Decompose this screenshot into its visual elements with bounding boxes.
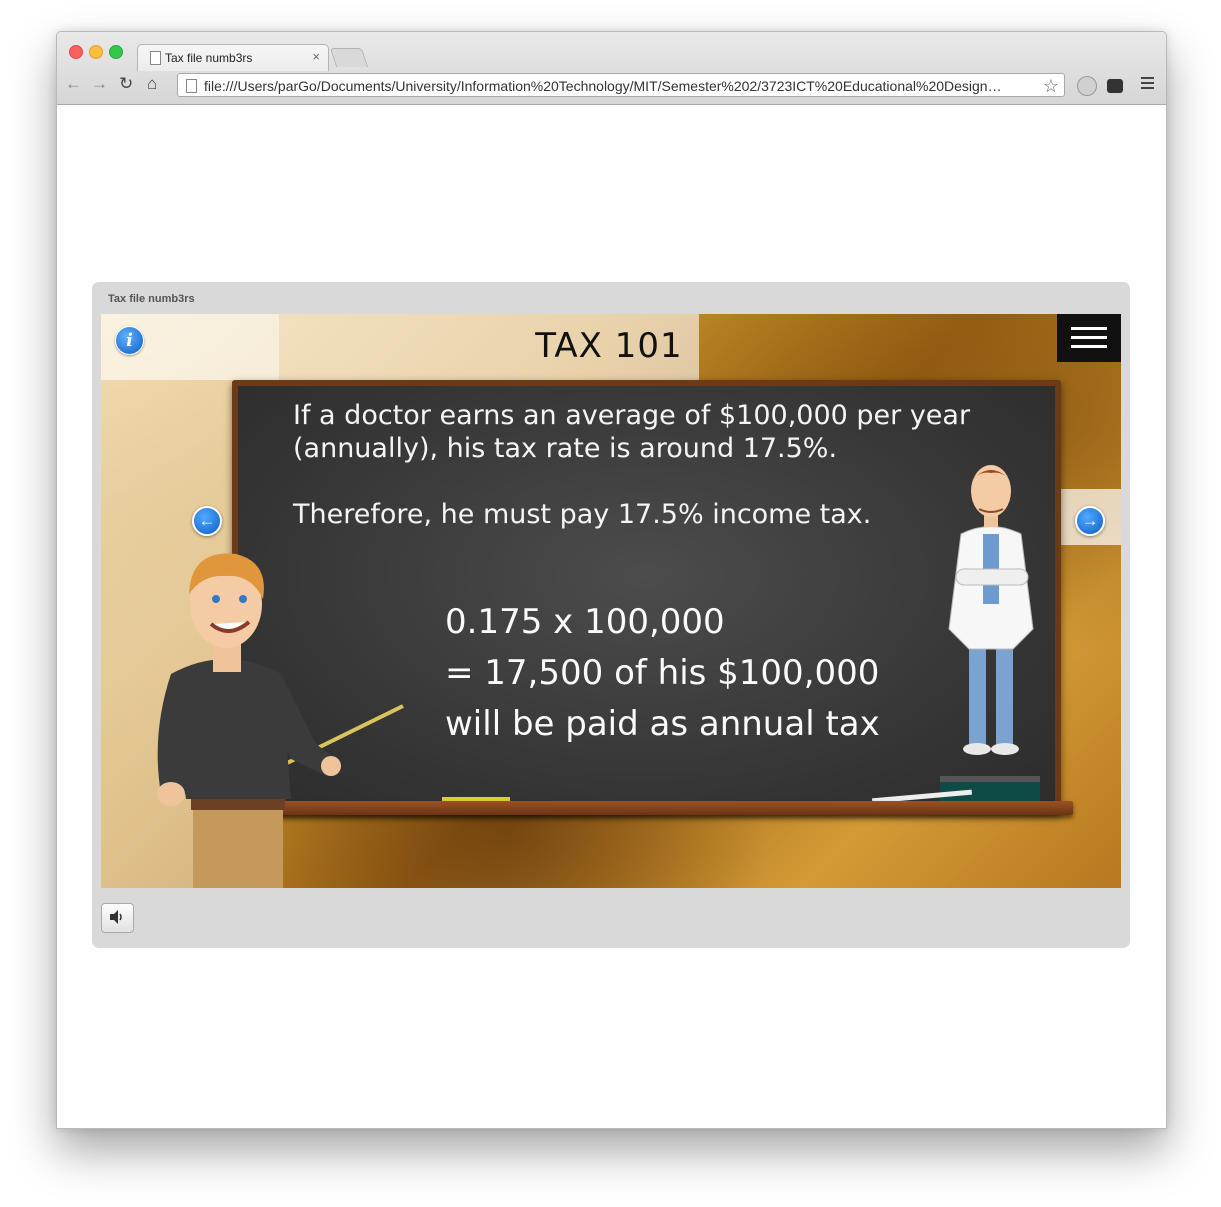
reload-icon[interactable]: ↻ <box>119 74 133 94</box>
paragraph-line: If a doctor earns an average of $100,000… <box>293 400 971 431</box>
page-icon <box>186 79 197 93</box>
document-icon <box>150 51 161 65</box>
arrow-left-icon[interactable]: ← <box>192 506 222 536</box>
browser-toolbar: Tax file numb3rs × ← → ↻ ⌂ file:///Users… <box>57 32 1166 105</box>
paragraph-line: Therefore, he must pay 17.5% income tax. <box>293 499 872 530</box>
arrow-right-icon[interactable]: → <box>1075 506 1105 536</box>
speaker-icon <box>110 910 122 924</box>
hamburger-menu-icon[interactable] <box>1057 314 1121 362</box>
extension-icon[interactable] <box>1077 76 1097 96</box>
zoom-window-button[interactable] <box>109 45 123 59</box>
calculation-line: will be paid as annual tax <box>445 704 880 744</box>
tab-close-icon[interactable]: × <box>312 49 320 64</box>
calculation-line: = 17,500 of his $100,000 <box>445 653 880 693</box>
bookmark-star-icon[interactable]: ☆ <box>1043 74 1059 96</box>
browser-menu-icon[interactable] <box>1141 77 1154 92</box>
audio-toggle-button[interactable] <box>101 903 134 933</box>
info-icon[interactable]: i <box>115 326 144 355</box>
browser-window: Tax file numb3rs × ← → ↻ ⌂ file:///Users… <box>56 31 1167 1129</box>
new-tab-button[interactable] <box>329 48 369 67</box>
extension-icon[interactable] <box>1107 79 1123 93</box>
browser-tab[interactable]: Tax file numb3rs × <box>137 44 329 71</box>
lesson-player: Tax file numb3rs TAX 101 i If a doctor e… <box>92 282 1130 948</box>
forward-icon[interactable]: → <box>91 74 108 94</box>
minimize-window-button[interactable] <box>89 45 103 59</box>
home-icon[interactable]: ⌂ <box>147 74 157 94</box>
lesson-stage: TAX 101 i If a doctor earns an average o… <box>101 314 1121 888</box>
paragraph-line: (annually), his tax rate is around 17.5%… <box>293 433 838 464</box>
doctor-character <box>948 465 1034 755</box>
calculation-line: 0.175 x 100,000 <box>445 602 725 642</box>
tab-title: Tax file numb3rs <box>165 51 253 65</box>
address-bar[interactable]: file:///Users/parGo/Documents/University… <box>177 73 1065 97</box>
address-text: file:///Users/parGo/Documents/University… <box>204 78 1002 94</box>
teacher-character <box>157 553 404 888</box>
player-title: Tax file numb3rs <box>108 293 195 305</box>
chalkboard-eraser <box>940 776 1040 801</box>
back-icon[interactable]: ← <box>65 74 82 94</box>
close-window-button[interactable] <box>69 45 83 59</box>
lesson-title: TAX 101 <box>535 326 683 366</box>
